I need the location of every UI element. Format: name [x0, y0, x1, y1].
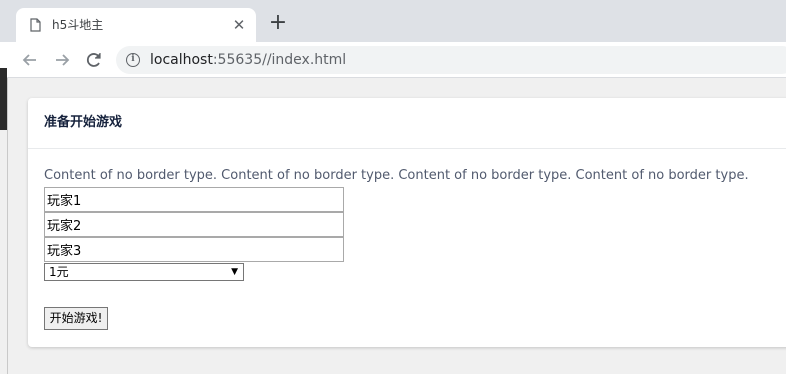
document-icon [30, 18, 41, 32]
game-setup-card: 准备开始游戏 Content of no border type. Conten… [28, 98, 786, 347]
player2-input[interactable] [44, 212, 344, 237]
info-icon[interactable]: i [126, 53, 140, 67]
browser-toolbar: i localhost:55635//index.html [0, 42, 786, 78]
left-edge-strip [0, 68, 7, 130]
browser-tab[interactable]: h5斗地主 ✕ [16, 8, 256, 42]
card-title: 准备开始游戏 [44, 115, 123, 130]
url-host: localhost [150, 52, 213, 68]
url-path: :55635//index.html [212, 52, 347, 68]
dropdown-arrow-icon: ▼ [231, 267, 238, 277]
card-description: Content of no border type. Content of no… [44, 168, 749, 183]
back-arrow-icon[interactable] [20, 50, 40, 70]
reload-icon[interactable] [84, 50, 104, 70]
url-text[interactable]: localhost:55635//index.html [150, 52, 346, 68]
tab-close-icon[interactable]: ✕ [230, 16, 248, 34]
stake-selected-value: 1元 [49, 265, 69, 279]
start-game-button[interactable]: 开始游戏! [44, 307, 108, 330]
player1-input[interactable] [44, 187, 344, 212]
tab-title: h5斗地主 [52, 18, 104, 32]
new-tab-icon[interactable]: + [268, 12, 288, 34]
forward-arrow-icon[interactable] [52, 50, 72, 70]
address-bar[interactable]: i localhost:55635//index.html [116, 46, 786, 74]
player3-input[interactable] [44, 237, 344, 262]
card-header: 准备开始游戏 [28, 98, 786, 149]
page-content: 准备开始游戏 Content of no border type. Conten… [8, 79, 786, 374]
stake-select[interactable]: 1元 ▼ [44, 263, 244, 281]
tab-strip: h5斗地主 ✕ + [0, 0, 786, 42]
